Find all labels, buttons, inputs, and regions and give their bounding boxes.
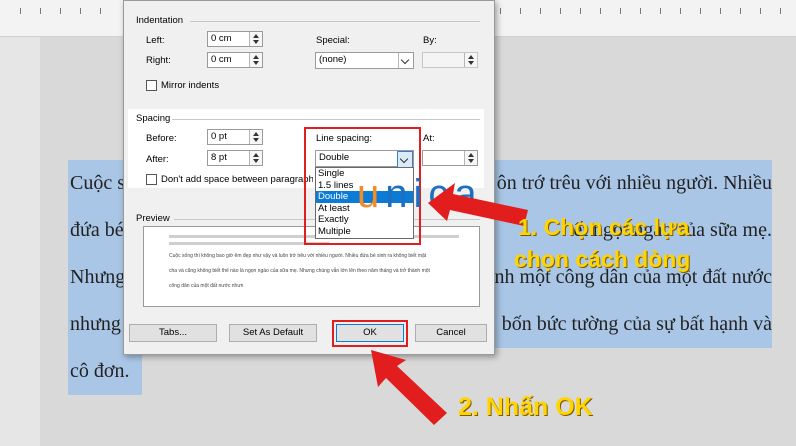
arrow-step2-icon xyxy=(371,350,447,425)
step1-caption-line2: chọn cách dòng xyxy=(514,246,691,272)
arrow-step1-icon xyxy=(428,183,528,226)
step2-caption: 2. Nhấn OK xyxy=(458,393,593,421)
step1-caption-line1: 1. Chọn các lựa xyxy=(518,214,690,240)
